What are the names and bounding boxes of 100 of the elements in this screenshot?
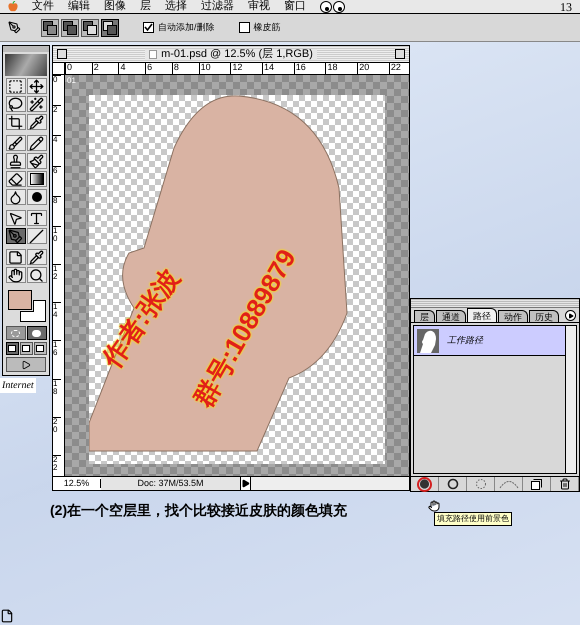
ruler-label: 2 bbox=[92, 63, 99, 74]
path-mode-button[interactable] bbox=[101, 18, 119, 36]
panel-tab[interactable]: 层 bbox=[414, 310, 435, 322]
panel-tab[interactable]: 通道 bbox=[436, 310, 466, 322]
menu-item[interactable]: 审视 bbox=[248, 1, 270, 12]
tool-button[interactable] bbox=[6, 78, 26, 94]
overlapping-squares-icon bbox=[83, 20, 97, 34]
menu-item[interactable]: 图像 bbox=[104, 1, 126, 12]
checkbox-label: 自动添加/删除 bbox=[158, 20, 215, 34]
stamp-icon bbox=[8, 154, 23, 168]
tool-button[interactable] bbox=[6, 114, 26, 130]
tool-button[interactable] bbox=[26, 249, 46, 265]
menu-item[interactable]: 窗口 bbox=[284, 1, 306, 12]
screen-mode-button[interactable] bbox=[20, 342, 32, 355]
foreground-color-swatch[interactable] bbox=[8, 290, 32, 310]
mask-mode-button[interactable] bbox=[6, 326, 26, 340]
text-icon bbox=[29, 210, 44, 226]
tool-button[interactable] bbox=[26, 267, 46, 283]
gradient-icon bbox=[30, 173, 44, 185]
ruler-label: 18 bbox=[325, 63, 338, 74]
caption: (2)在一个空层里，找个比较接近皮肤的颜色填充 bbox=[50, 501, 348, 520]
ruler-label: 22 bbox=[53, 454, 61, 472]
screen-mode-button[interactable] bbox=[34, 342, 46, 355]
tool-button[interactable] bbox=[26, 153, 46, 169]
move-arrows-icon bbox=[29, 78, 44, 94]
crop-icon bbox=[8, 114, 23, 130]
silhouette-thumbnail bbox=[417, 328, 439, 352]
tool-button[interactable] bbox=[6, 267, 26, 283]
path-mode-button[interactable] bbox=[41, 18, 59, 36]
panel-menu-icon[interactable] bbox=[565, 310, 576, 321]
checkbox[interactable] bbox=[238, 22, 250, 33]
ruler-label: 10 bbox=[53, 226, 61, 243]
tool-button[interactable] bbox=[6, 210, 26, 226]
screen-mode-button[interactable] bbox=[6, 342, 18, 355]
arrow-icon bbox=[21, 360, 31, 370]
panel-tab[interactable]: 动作 bbox=[498, 310, 528, 322]
tool-button[interactable] bbox=[26, 228, 46, 244]
ruler-label: 8 bbox=[172, 63, 179, 74]
panel-tab[interactable]: 路径 bbox=[467, 308, 497, 322]
path-name: 工作路径 bbox=[447, 334, 483, 347]
path-mode-button[interactable] bbox=[61, 18, 79, 36]
background-color-swatch[interactable] bbox=[20, 300, 46, 322]
checkbox-label: 橡皮筋 bbox=[254, 20, 281, 34]
tool-button[interactable] bbox=[6, 153, 26, 169]
path-mode-button[interactable] bbox=[81, 18, 99, 36]
tool-button[interactable] bbox=[6, 171, 26, 187]
triangle-icon[interactable] bbox=[241, 479, 250, 488]
eyedropper-icon bbox=[29, 114, 44, 130]
ruler-label: 20 bbox=[53, 416, 61, 434]
tool-button[interactable] bbox=[26, 171, 46, 187]
vertical-scrollbar[interactable] bbox=[565, 326, 576, 473]
tool-button[interactable] bbox=[26, 114, 46, 130]
tool-button[interactable] bbox=[6, 189, 26, 205]
tool-button[interactable] bbox=[26, 135, 46, 151]
menu-item[interactable]: 文件 bbox=[32, 1, 54, 12]
tool-button[interactable] bbox=[6, 249, 26, 265]
magic-wand-icon bbox=[29, 96, 44, 112]
tool-button[interactable] bbox=[26, 210, 46, 226]
pen-icon bbox=[8, 21, 21, 34]
ruler-label: 8 bbox=[53, 196, 61, 205]
note-icon bbox=[8, 250, 23, 264]
pen-icon bbox=[8, 228, 23, 244]
ruler-label: 18 bbox=[53, 378, 61, 396]
zoom-box[interactable] bbox=[395, 49, 405, 59]
path-row[interactable]: 工作路径 bbox=[414, 326, 565, 356]
menu-item[interactable]: 层 bbox=[140, 1, 151, 12]
ruler-label: 14 bbox=[262, 63, 274, 74]
checkbox[interactable] bbox=[143, 22, 154, 33]
eyes-icon[interactable] bbox=[320, 0, 346, 12]
eyedropper-icon bbox=[29, 250, 44, 264]
hand-icon bbox=[8, 268, 23, 282]
panel-tab[interactable]: 历史 bbox=[529, 310, 559, 322]
tool-button[interactable] bbox=[6, 228, 26, 244]
line-icon bbox=[29, 228, 44, 244]
horizontal-scrollbar[interactable] bbox=[250, 477, 409, 490]
close-box[interactable] bbox=[57, 49, 67, 59]
menu-item[interactable]: 选择 bbox=[165, 1, 187, 12]
ruler-label: 12 bbox=[230, 63, 242, 74]
tool-button[interactable] bbox=[6, 96, 26, 112]
mask-mode-button[interactable] bbox=[26, 326, 46, 340]
layer-tag: 01 bbox=[67, 77, 76, 85]
ruler-label: 16 bbox=[53, 340, 61, 358]
tool-button[interactable] bbox=[6, 135, 26, 151]
menu-item[interactable]: 编辑 bbox=[68, 1, 90, 12]
new-page-icon bbox=[531, 478, 542, 490]
overlapping-squares-icon bbox=[43, 20, 57, 34]
tool-button[interactable] bbox=[26, 189, 46, 205]
path-curve-icon bbox=[498, 479, 518, 489]
menu-item[interactable]: 过滤器 bbox=[201, 1, 234, 12]
apple-icon bbox=[8, 1, 18, 12]
ruler-label: 4 bbox=[118, 63, 126, 74]
dotted-circle-icon bbox=[474, 478, 486, 490]
ruler-label: 2 bbox=[53, 105, 61, 114]
tool-button[interactable] bbox=[26, 78, 46, 94]
tool-button[interactable] bbox=[26, 96, 46, 112]
file-icon bbox=[0, 609, 14, 623]
overlapping-squares-icon bbox=[103, 20, 117, 34]
pointer-icon bbox=[8, 210, 23, 226]
jump-button[interactable] bbox=[6, 357, 46, 372]
ruler-label: 12 bbox=[53, 264, 61, 282]
